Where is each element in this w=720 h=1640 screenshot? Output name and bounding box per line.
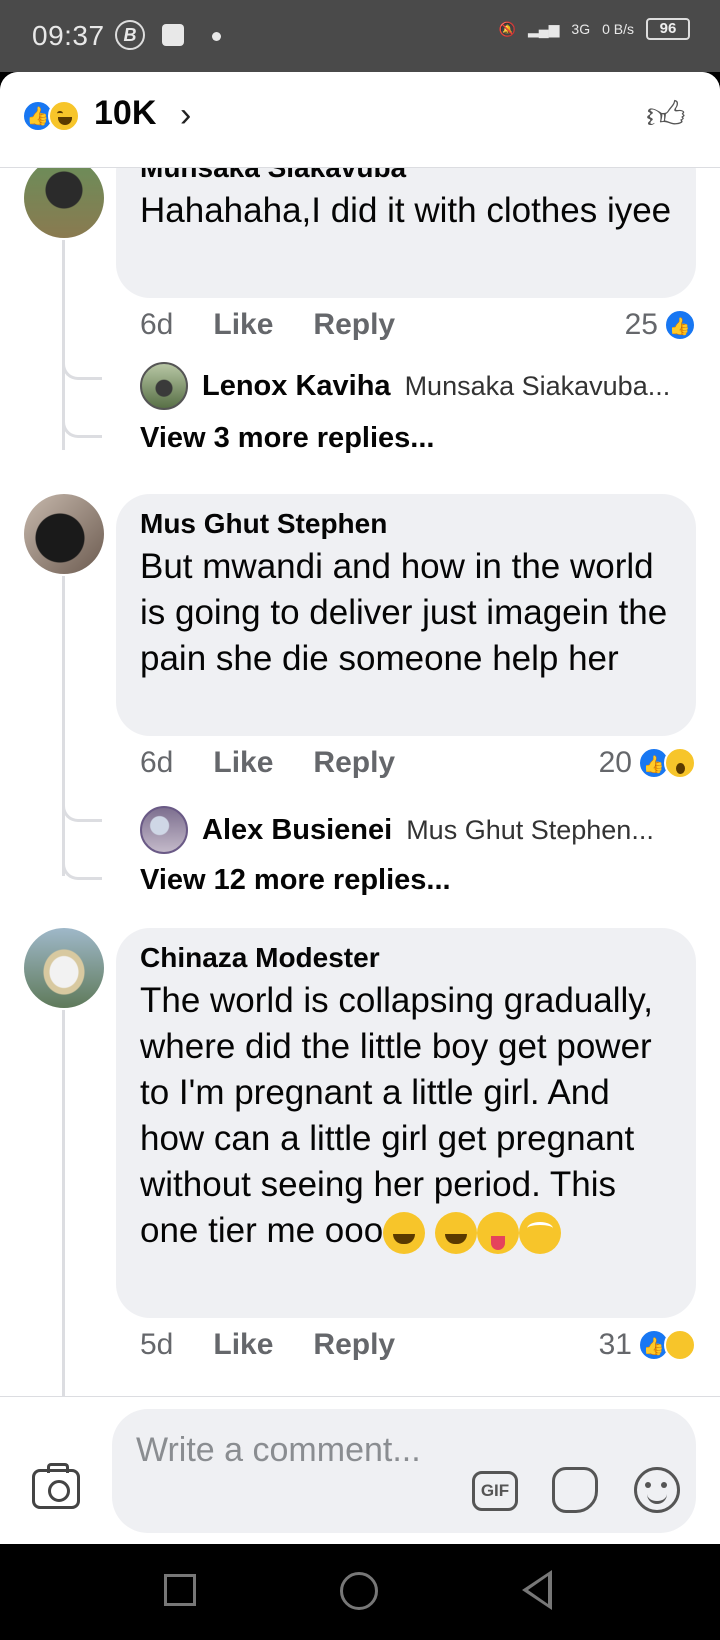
notification-square-icon (162, 24, 184, 46)
battery-icon: 96 (646, 18, 690, 40)
mute-bell-icon: 🔕 (498, 20, 516, 37)
comment-text: But mwandi and how in the world is going… (140, 547, 668, 678)
status-bar: 09:37 B 🔕 ▂▄▆ 3G 0 B/s 96 (0, 0, 720, 72)
reactions-header: 👍 10K › 👍︎ (0, 72, 720, 168)
emoji-icon[interactable] (634, 1467, 680, 1513)
gif-button[interactable]: GIF (472, 1471, 518, 1511)
reaction-count[interactable]: 10K (94, 94, 156, 133)
comment-reactions[interactable]: 31 👍 (599, 1328, 696, 1362)
comment-reactions[interactable]: 20 👍 (599, 746, 696, 780)
winking-tongue-emoji-icon (476, 1211, 519, 1254)
back-button[interactable] (522, 1570, 552, 1610)
reply-avatar[interactable] (140, 806, 188, 854)
reply-connector (62, 354, 102, 380)
reply-connector (62, 412, 102, 438)
signal-icon: ▂▄▆ (527, 20, 560, 37)
avatar[interactable] (24, 168, 104, 238)
comment-author[interactable]: Mus Ghut Stephen (140, 508, 672, 540)
comment-author[interactable]: Chinaza Modester (140, 942, 672, 974)
comment-time: 6d (140, 308, 174, 341)
view-more-replies[interactable]: View 12 more replies... (140, 864, 451, 897)
like-button[interactable]: Like (213, 308, 273, 342)
camera-icon[interactable] (32, 1463, 80, 1509)
comment-actions: 6d Like Reply (140, 308, 395, 342)
status-time: 09:37 (32, 20, 105, 51)
chevron-right-icon[interactable]: › (180, 96, 191, 135)
reply-button[interactable]: Reply (313, 746, 395, 780)
comment-author[interactable]: Munsaka Siakavuba (140, 168, 672, 184)
reply-preview[interactable]: Lenox Kaviha Munsaka Siakavuba... (140, 362, 670, 410)
comment-bubble[interactable]: Chinaza Modester The world is collapsing… (116, 928, 696, 1318)
comment-time: 5d (140, 1328, 174, 1361)
comment-placeholder: Write a comment... (136, 1431, 421, 1469)
like-button[interactable]: Like (213, 746, 273, 780)
comment-text-body: The world is collapsing gradually, where… (140, 981, 653, 1250)
avatar[interactable] (24, 494, 104, 574)
reply-author[interactable]: Alex Busienei (202, 814, 392, 847)
reaction-count: 20 (598, 746, 632, 779)
haha-reaction-icon (664, 1329, 696, 1361)
like-reaction-icon: 👍 (664, 309, 696, 341)
comments-sheet: 👍 10K › 👍︎ Munsaka Siakavuba Hahahaha,I … (0, 72, 720, 1544)
reply-text: Mus Ghut Stephen... (406, 814, 654, 845)
rofl-emoji-icon (383, 1211, 426, 1254)
reply-connector (62, 854, 102, 880)
reply-text: Munsaka Siakavuba... (404, 370, 671, 401)
sticker-icon[interactable] (552, 1467, 598, 1513)
reply-avatar[interactable] (140, 362, 188, 410)
haha-reaction-icon (48, 100, 80, 132)
network-type: 3G (571, 21, 591, 37)
comment-bubble[interactable]: Mus Ghut Stephen But mwandi and how in t… (116, 494, 696, 736)
reply-button[interactable]: Reply (313, 1328, 395, 1362)
reply-author[interactable]: Lenox Kaviha (202, 370, 391, 403)
home-button[interactable] (340, 1572, 378, 1610)
rofl-emoji-icon (434, 1211, 477, 1254)
reaction-count: 25 (624, 308, 658, 341)
data-rate: 0 B/s (602, 21, 634, 37)
reaction-count: 31 (598, 1328, 632, 1361)
comment-actions: 5d Like Reply (140, 1328, 395, 1362)
reply-connector (62, 796, 102, 822)
comment-text: Hahahaha,I did it with clothes iyee (140, 191, 672, 230)
comments-list: Munsaka Siakavuba Hahahaha,I did it with… (0, 168, 720, 1396)
system-nav-bar (0, 1544, 720, 1640)
recents-button[interactable] (164, 1574, 196, 1606)
thread-line (62, 576, 65, 876)
comment-time: 6d (140, 746, 174, 779)
b-app-icon: B (115, 20, 145, 50)
reply-preview[interactable]: Alex Busienei Mus Ghut Stephen... (140, 806, 654, 854)
comment-composer: Write a comment... GIF (0, 1396, 720, 1544)
reaction-summary[interactable]: 👍 (22, 98, 86, 134)
comment-actions: 6d Like Reply (140, 746, 395, 780)
reply-button[interactable]: Reply (313, 308, 395, 342)
like-outline-icon[interactable]: 👍︎ (646, 94, 690, 138)
view-more-replies[interactable]: View 3 more replies... (140, 422, 434, 455)
comment-input[interactable]: Write a comment... GIF (112, 1409, 696, 1533)
thread-line (62, 1010, 65, 1396)
like-button[interactable]: Like (213, 1328, 273, 1362)
comment-text: The world is collapsing gradually, where… (140, 978, 672, 1254)
eye-roll-emoji-icon (518, 1211, 561, 1254)
more-notifications-dot-icon (212, 32, 221, 41)
status-right: 🔕 ▂▄▆ 3G 0 B/s 96 (499, 18, 690, 40)
comment-bubble[interactable]: Munsaka Siakavuba Hahahaha,I did it with… (116, 168, 696, 298)
wow-reaction-icon (664, 747, 696, 779)
comment-reactions[interactable]: 25 👍 (625, 308, 696, 342)
avatar[interactable] (24, 928, 104, 1008)
